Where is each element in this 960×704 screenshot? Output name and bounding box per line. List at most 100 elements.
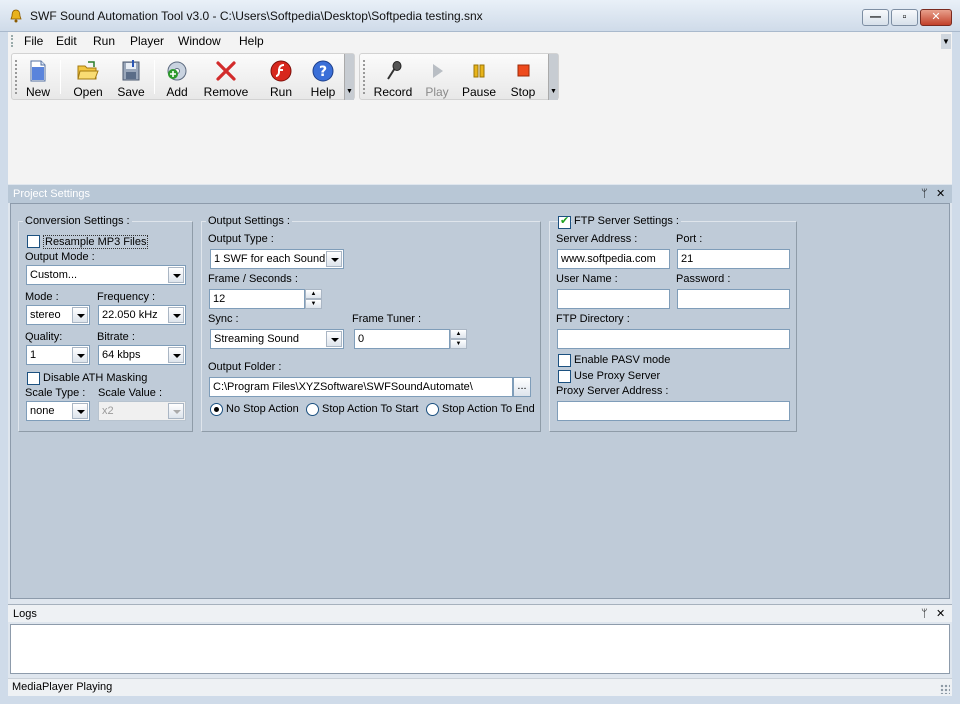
output-settings-title: Output Settings : xyxy=(206,215,292,227)
ftp-directory-label: FTP Directory : xyxy=(556,313,630,325)
frame-seconds-stepper[interactable]: ▲ ▼ xyxy=(305,289,322,309)
proxy-address-label: Proxy Server Address : xyxy=(556,385,669,397)
close-button[interactable]: ✕ xyxy=(920,9,952,26)
port-input[interactable]: 21 xyxy=(677,249,790,269)
proxy-address-input[interactable] xyxy=(557,401,790,421)
toolbar-overflow-chevron[interactable]: ▼ xyxy=(548,54,558,100)
use-proxy-label: Use Proxy Server xyxy=(574,370,661,382)
new-file-icon xyxy=(30,60,46,82)
stepper-up-icon[interactable]: ▲ xyxy=(450,329,467,339)
chevron-down-icon[interactable] xyxy=(72,403,88,419)
output-folder-label: Output Folder : xyxy=(208,361,282,373)
logs-header: Logs ᛘ ✕ xyxy=(8,604,952,622)
help-button[interactable]: ? Help xyxy=(306,57,340,99)
record-button[interactable]: Record xyxy=(372,57,414,99)
toolbar-grip[interactable] xyxy=(15,60,18,94)
menu-bar: File Edit Run Player Window Help ▼ xyxy=(8,32,952,50)
disable-ath-checkbox[interactable] xyxy=(27,372,40,385)
menu-run[interactable]: Run xyxy=(93,33,115,49)
output-folder-input[interactable]: C:\Program Files\XYZSoftware\SWFSoundAut… xyxy=(209,377,513,397)
quality-select[interactable]: 1 xyxy=(26,345,90,365)
chevron-down-icon[interactable] xyxy=(168,347,184,363)
add-button[interactable]: Add xyxy=(160,57,194,99)
open-button[interactable]: Open xyxy=(68,57,108,99)
pin-icon[interactable]: ᛘ xyxy=(921,605,928,623)
play-button[interactable]: Play xyxy=(420,57,454,99)
output-mode-value: Custom... xyxy=(30,269,78,281)
menu-window[interactable]: Window xyxy=(178,33,221,49)
status-bar: MediaPlayer Playing xyxy=(8,678,952,696)
stepper-up-icon[interactable]: ▲ xyxy=(305,289,322,299)
menu-grip[interactable] xyxy=(11,35,14,47)
help-label: Help xyxy=(310,85,336,99)
browse-folder-button[interactable]: ... xyxy=(513,377,531,397)
ftp-directory-input[interactable] xyxy=(557,329,790,349)
logs-panel[interactable] xyxy=(10,624,950,674)
resample-mp3-label: Resample MP3 Files xyxy=(43,235,149,249)
panel-close-icon[interactable]: ✕ xyxy=(936,185,945,203)
conversion-settings-group: Conversion Settings : Resample MP3 Files… xyxy=(18,216,193,432)
toolbar-separator xyxy=(154,60,155,94)
frame-seconds-input[interactable]: 12 xyxy=(209,289,305,309)
chevron-down-icon[interactable] xyxy=(168,307,184,323)
disable-ath-label: Disable ATH Masking xyxy=(43,372,148,384)
new-button[interactable]: New xyxy=(22,57,54,99)
stop-button[interactable]: Stop xyxy=(506,57,540,99)
menu-player[interactable]: Player xyxy=(130,33,164,49)
scale-value-value: x2 xyxy=(102,405,114,417)
chevron-down-icon[interactable] xyxy=(72,307,88,323)
use-proxy-checkbox[interactable] xyxy=(558,370,571,383)
mode-select[interactable]: stereo xyxy=(26,305,90,325)
pin-icon[interactable]: ᛘ xyxy=(921,185,928,203)
password-input[interactable] xyxy=(677,289,790,309)
enable-pasv-checkbox[interactable] xyxy=(558,354,571,367)
save-button[interactable]: Save xyxy=(114,57,148,99)
resize-grip-icon[interactable] xyxy=(940,684,950,694)
chevron-down-icon[interactable] xyxy=(326,251,342,267)
user-name-input[interactable] xyxy=(557,289,670,309)
stepper-down-icon[interactable]: ▼ xyxy=(305,299,322,309)
menu-edit[interactable]: Edit xyxy=(56,33,77,49)
enable-pasv-label: Enable PASV mode xyxy=(574,354,671,366)
stop-action-to-start-radio[interactable] xyxy=(306,403,319,416)
output-type-value: 1 SWF for each Sound xyxy=(214,253,326,265)
server-address-input[interactable]: www.softpedia.com xyxy=(557,249,670,269)
help-question-icon: ? xyxy=(312,60,334,82)
pause-button[interactable]: Pause xyxy=(460,57,498,99)
chevron-down-icon[interactable] xyxy=(326,331,342,347)
output-type-label: Output Type : xyxy=(208,233,274,245)
status-text: MediaPlayer Playing xyxy=(12,681,113,693)
bitrate-select[interactable]: 64 kbps xyxy=(98,345,186,365)
stepper-down-icon[interactable]: ▼ xyxy=(450,339,467,349)
stop-action-to-end-radio[interactable] xyxy=(426,403,439,416)
no-stop-action-radio[interactable] xyxy=(210,403,223,416)
menu-help[interactable]: Help xyxy=(239,33,264,49)
output-mode-select[interactable]: Custom... xyxy=(26,265,186,285)
panel-close-icon[interactable]: ✕ xyxy=(936,605,945,623)
play-label: Play xyxy=(425,85,449,99)
frame-tuner-input[interactable]: 0 xyxy=(354,329,450,349)
run-button[interactable]: Run xyxy=(264,57,298,99)
mode-value: stereo xyxy=(30,309,61,321)
scale-type-select[interactable]: none xyxy=(26,401,90,421)
resample-mp3-checkbox[interactable] xyxy=(27,235,40,248)
menu-overflow-button[interactable]: ▼ xyxy=(941,34,951,49)
maximize-button[interactable]: ▫ xyxy=(891,9,918,26)
maximize-icon: ▫ xyxy=(902,11,907,23)
toolbar-grip[interactable] xyxy=(363,60,366,94)
server-address-label: Server Address : xyxy=(556,233,638,245)
toolbar-overflow-chevron[interactable]: ▼ xyxy=(344,54,354,100)
sync-select[interactable]: Streaming Sound xyxy=(210,329,344,349)
ftp-server-checkbox[interactable] xyxy=(558,214,571,229)
minimize-button[interactable]: — xyxy=(862,9,889,26)
remove-button[interactable]: Remove xyxy=(200,57,252,99)
remove-x-icon xyxy=(216,61,236,81)
frame-seconds-label: Frame / Seconds : xyxy=(208,273,298,285)
frame-tuner-stepper[interactable]: ▲ ▼ xyxy=(450,329,467,349)
chevron-down-icon[interactable] xyxy=(72,347,88,363)
chevron-down-icon[interactable] xyxy=(168,267,184,283)
run-label: Run xyxy=(269,85,292,99)
frequency-select[interactable]: 22.050 kHz xyxy=(98,305,186,325)
menu-file[interactable]: File xyxy=(24,33,43,49)
output-type-select[interactable]: 1 SWF for each Sound xyxy=(210,249,344,269)
